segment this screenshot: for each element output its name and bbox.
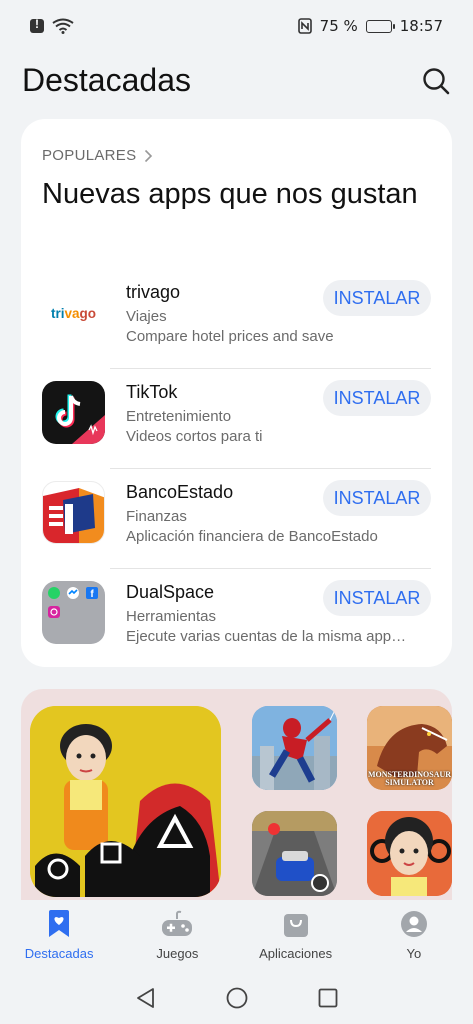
games-banner[interactable]: MONSTERDINOSAUR SIMULATOR [21, 689, 452, 901]
gamepad-icon [162, 910, 193, 936]
section-link-populares[interactable]: POPULARES [42, 147, 153, 164]
bancoestado-logo [42, 481, 105, 544]
app-category: Finanzas [126, 508, 187, 525]
nav-label: Yo [406, 946, 422, 961]
popular-apps-card: POPULARES Nuevas apps que nos gustan tri… [21, 119, 452, 667]
search-button[interactable] [421, 66, 451, 96]
spiderman-art [252, 706, 337, 790]
install-button[interactable]: INSTALAR [323, 380, 431, 416]
bancoestado-logo-icon [43, 488, 104, 543]
nav-aplicaciones[interactable]: Aplicaciones [237, 900, 355, 972]
recents-button[interactable] [314, 984, 342, 1012]
app-description: Compare hotel prices and save [126, 328, 334, 345]
home-button[interactable] [223, 984, 251, 1012]
battery-percent: 75 % [319, 17, 358, 35]
app-name: TikTok [126, 382, 178, 402]
home-circle-icon [226, 987, 247, 1009]
trivago-logo: trivago [42, 281, 105, 344]
shopping-bag-icon [283, 914, 308, 937]
status-right: 75 % 18:57 [297, 17, 443, 35]
bottom-nav: Destacadas Juegos Aplicaciones Yo [0, 900, 473, 972]
section-title: Nuevas apps que nos gustan [42, 178, 418, 210]
nav-label: Destacadas [24, 946, 94, 961]
app-description: Ejecute varias cuentas de la misma app… [126, 628, 407, 645]
trivago-logo-icon: trivago [51, 306, 96, 321]
squid-game-art [30, 706, 221, 897]
system-nav-bar [0, 972, 473, 1024]
app-name: trivago [126, 282, 181, 302]
status-left [30, 17, 74, 34]
clock: 18:57 [399, 17, 443, 35]
spiderman-game-tile[interactable] [252, 706, 337, 790]
tiktok-logo [42, 381, 105, 444]
doll-art [367, 811, 452, 896]
dinosaur-tile-label: MONSTERDINOSAUR SIMULATOR [367, 770, 452, 787]
tiktok-logo-icon [55, 394, 105, 444]
back-triangle-icon [136, 988, 154, 1008]
battery-icon [365, 19, 395, 33]
bookmark-heart-icon [49, 910, 70, 937]
recents-square-icon [318, 988, 337, 1008]
app-category: Viajes [126, 308, 167, 325]
racing-game-tile[interactable] [252, 811, 337, 896]
alert-icon [30, 17, 44, 33]
app-list: trivago trivago Viajes Compare hotel pri… [21, 269, 452, 669]
list-item-dualspace[interactable]: f DualSpace Herramientas Ejecute varias … [21, 569, 452, 669]
nfc-icon [297, 18, 312, 34]
nav-label: Aplicaciones [259, 946, 333, 961]
chevron-right-icon [145, 149, 153, 162]
wifi-icon [52, 18, 74, 34]
install-button[interactable]: INSTALAR [323, 280, 431, 316]
app-category: Entretenimiento [126, 408, 232, 425]
back-button[interactable] [132, 984, 160, 1012]
page-title: Destacadas [22, 62, 191, 98]
dualspace-logo-icon: f [48, 587, 98, 618]
app-description: Aplicación financiera de BancoEstado [126, 528, 378, 545]
page-header: Destacadas [0, 58, 473, 106]
app-name: BancoEstado [126, 482, 234, 502]
featured-game-tile[interactable] [30, 706, 221, 897]
install-button[interactable]: INSTALAR [323, 480, 431, 516]
list-item-trivago[interactable]: trivago trivago Viajes Compare hotel pri… [21, 269, 452, 369]
profile-icon [400, 911, 427, 937]
list-item-tiktok[interactable]: TikTok Entretenimiento Videos cortos par… [21, 369, 452, 469]
status-bar: 75 % 18:57 [0, 0, 473, 52]
search-icon [423, 68, 450, 95]
app-description: Videos cortos para ti [126, 428, 263, 445]
nav-yo[interactable]: Yo [355, 900, 473, 972]
app-name: DualSpace [126, 582, 215, 602]
nav-label: Juegos [156, 946, 199, 961]
dualspace-logo: f [42, 581, 105, 644]
app-category: Herramientas [126, 608, 217, 625]
nav-destacadas[interactable]: Destacadas [0, 900, 118, 972]
list-item-bancoestado[interactable]: BancoEstado Finanzas Aplicación financie… [21, 469, 452, 569]
svg-text:trivago: trivago [51, 306, 96, 321]
install-button[interactable]: INSTALAR [323, 580, 431, 616]
section-label: POPULARES [42, 147, 137, 164]
doll-game-tile[interactable] [367, 811, 452, 896]
racing-art [252, 811, 337, 896]
nav-juegos[interactable]: Juegos [118, 900, 236, 972]
dinosaur-game-tile[interactable]: MONSTERDINOSAUR SIMULATOR [367, 706, 452, 790]
